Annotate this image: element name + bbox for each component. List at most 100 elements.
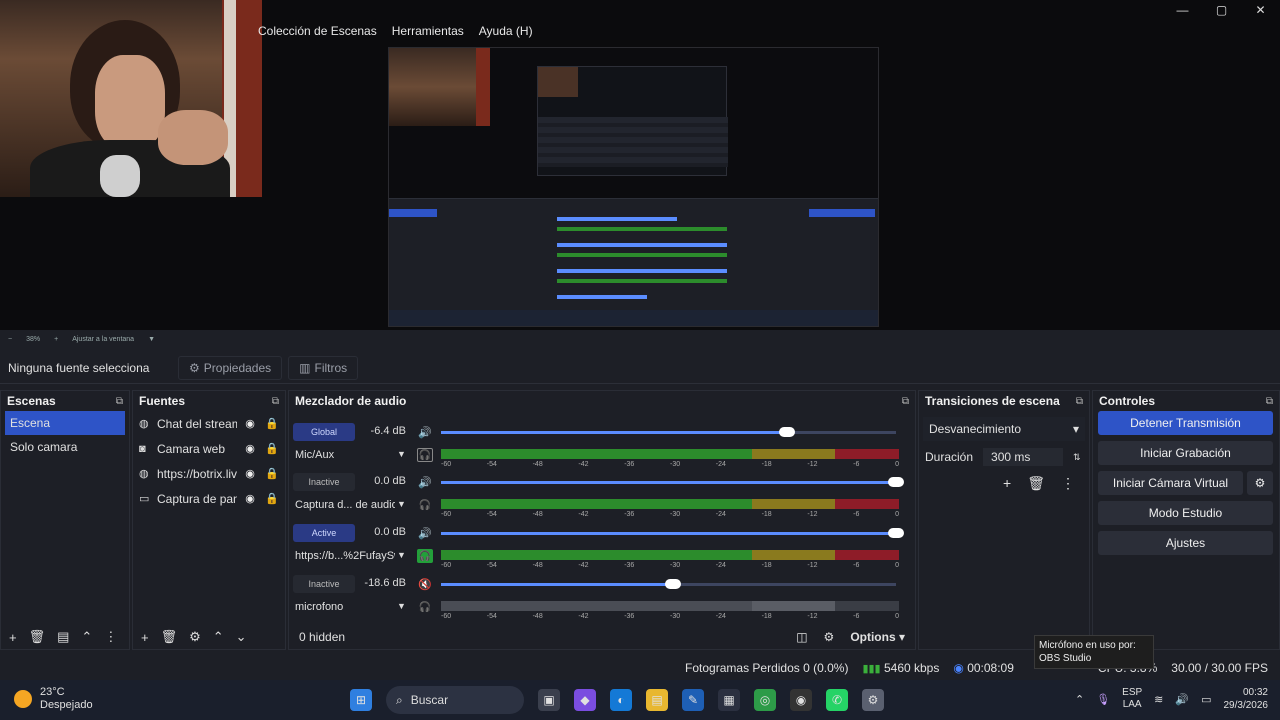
- gear-icon[interactable]: ⚙: [189, 629, 201, 645]
- more-icon[interactable]: ⋮: [104, 629, 117, 645]
- lock-icon[interactable]: 🔒: [263, 492, 281, 505]
- search-box[interactable]: ⌕ Buscar: [386, 686, 524, 714]
- chevron-down-icon[interactable]: ▼: [397, 601, 406, 611]
- volume-icon[interactable]: 🔊: [418, 527, 432, 540]
- stop-stream-button[interactable]: Detener Transmisión: [1098, 411, 1273, 435]
- copilot-icon[interactable]: ◆: [574, 689, 596, 711]
- gear-icon[interactable]: ⚙: [1247, 471, 1273, 495]
- editor-icon[interactable]: ✎: [682, 689, 704, 711]
- menu-help[interactable]: Ayuda (H): [479, 24, 533, 38]
- undock-icon[interactable]: ⧉: [902, 396, 909, 407]
- chevron-down-icon[interactable]: ▼: [397, 449, 406, 459]
- source-row[interactable]: ◙ Camara web ◉ 🔒: [133, 436, 285, 461]
- volume-slider-handle[interactable]: [778, 427, 795, 437]
- studio-mode-button[interactable]: Modo Estudio: [1098, 501, 1273, 525]
- headphones-icon[interactable]: 🎧: [417, 498, 433, 512]
- close-button[interactable]: ✕: [1241, 0, 1280, 20]
- clock-date: 29/3/2026: [1223, 700, 1269, 711]
- add-source-icon[interactable]: +: [141, 630, 149, 645]
- maximize-button[interactable]: ▢: [1202, 0, 1241, 20]
- whatsapp-icon[interactable]: ✆: [826, 689, 848, 711]
- windows-start-icon[interactable]: ⊞: [350, 689, 372, 711]
- settings-button[interactable]: Ajustes: [1098, 531, 1273, 555]
- task-view-icon[interactable]: ▣: [538, 689, 560, 711]
- canvas-preview[interactable]: [388, 47, 879, 327]
- volume-slider[interactable]: [441, 427, 896, 437]
- volume-slider-handle[interactable]: [888, 477, 904, 487]
- undock-icon[interactable]: ⧉: [1076, 396, 1083, 407]
- chrome-icon[interactable]: ◎: [754, 689, 776, 711]
- move-down-icon[interactable]: ⌄: [236, 629, 247, 645]
- volume-icon[interactable]: 🔊: [418, 476, 432, 489]
- undock-icon[interactable]: ⧉: [1266, 396, 1273, 407]
- volume-slider[interactable]: [441, 528, 904, 538]
- duration-input[interactable]: 300 ms: [983, 448, 1064, 466]
- move-up-icon[interactable]: ⌃: [213, 629, 224, 645]
- source-row[interactable]: ▭ Captura de pantalla ◉ 🔒: [133, 486, 285, 511]
- undock-icon[interactable]: ⧉: [272, 396, 279, 407]
- more-icon[interactable]: ⋮: [1061, 475, 1075, 492]
- options-button[interactable]: Options ▾: [850, 630, 905, 644]
- source-row[interactable]: ◍ Chat del stream ◉ 🔒: [133, 411, 285, 436]
- mute-icon[interactable]: 🔇: [418, 578, 432, 591]
- obs-icon[interactable]: ◉: [790, 689, 812, 711]
- headphones-icon[interactable]: 🎧: [417, 600, 433, 614]
- settings-app-icon[interactable]: ⚙: [862, 689, 884, 711]
- zoom-fit-select[interactable]: Ajustar a la ventana: [72, 336, 134, 343]
- file-explorer-icon[interactable]: ▤: [646, 689, 668, 711]
- eye-icon[interactable]: ◉: [241, 442, 259, 455]
- transition-select[interactable]: Desvanecimiento ▾: [923, 417, 1085, 441]
- scene-item[interactable]: Escena: [5, 411, 125, 435]
- filters-button[interactable]: ▥ Filtros: [288, 355, 359, 380]
- zoom-out-button[interactable]: −: [8, 336, 12, 343]
- chevron-down-icon[interactable]: ▼: [148, 336, 155, 343]
- stepper-icon[interactable]: ⇅: [1073, 452, 1081, 463]
- chevron-down-icon[interactable]: ▼: [397, 499, 406, 509]
- scene-item[interactable]: Solo camara: [5, 435, 125, 459]
- battery-icon[interactable]: ▭: [1201, 693, 1211, 706]
- menu-tools[interactable]: Herramientas: [392, 24, 464, 38]
- move-up-icon[interactable]: ⌃: [81, 629, 92, 645]
- undock-icon[interactable]: ⧉: [116, 396, 123, 407]
- volume-slider-handle[interactable]: [665, 579, 682, 589]
- advanced-audio-icon[interactable]: ⚙: [824, 630, 835, 644]
- add-transition-icon[interactable]: +: [1003, 475, 1011, 492]
- chevron-down-icon[interactable]: ▼: [397, 550, 406, 560]
- headphones-icon[interactable]: 🎧: [417, 549, 433, 563]
- weather-widget[interactable]: 23°C Despejado: [14, 686, 93, 712]
- edge-icon[interactable]: ◐: [610, 689, 632, 711]
- volume-icon[interactable]: 🔊: [418, 426, 432, 439]
- eye-icon[interactable]: ◉: [241, 467, 259, 480]
- volume-slider-handle[interactable]: [888, 528, 904, 538]
- trash-icon[interactable]: 🗑: [161, 629, 178, 645]
- volume-icon[interactable]: 🔊: [1175, 693, 1189, 706]
- add-scene-icon[interactable]: +: [9, 630, 17, 645]
- properties-button[interactable]: ⚙ Propiedades: [178, 355, 283, 380]
- windows-taskbar: 23°C Despejado ⊞ ⌕ Buscar ▣ ◆ ◐ ▤ ✎ ▦ ◎ …: [0, 680, 1280, 720]
- chevron-up-icon[interactable]: ⌃: [1075, 693, 1084, 706]
- lock-icon[interactable]: 🔒: [263, 467, 281, 480]
- virtual-camera-button[interactable]: Iniciar Cámara Virtual: [1098, 471, 1243, 495]
- store-icon[interactable]: ▦: [718, 689, 740, 711]
- headphones-icon[interactable]: 🎧: [417, 448, 433, 462]
- eye-icon[interactable]: ◉: [241, 492, 259, 505]
- eye-icon[interactable]: ◉: [241, 417, 259, 430]
- source-row[interactable]: ◍ https://botrix.live ◉ 🔒: [133, 461, 285, 486]
- meter-tick-label: -24: [715, 613, 726, 620]
- volume-slider[interactable]: [441, 579, 896, 589]
- microphone-icon[interactable]: 🎙: [1096, 693, 1110, 706]
- clock[interactable]: 00:32 29/3/2026: [1224, 686, 1269, 712]
- scene-filter-icon[interactable]: ▤: [57, 629, 69, 645]
- minimize-button[interactable]: —: [1163, 0, 1202, 20]
- language-indicator[interactable]: ESP LAA: [1122, 687, 1142, 711]
- menu-scene-collection[interactable]: Colección de Escenas: [258, 24, 377, 38]
- layout-icon[interactable]: ◫: [796, 630, 807, 644]
- lock-icon[interactable]: 🔒: [263, 417, 281, 430]
- lock-icon[interactable]: 🔒: [263, 442, 281, 455]
- trash-icon[interactable]: 🗑: [1027, 475, 1045, 492]
- start-recording-button[interactable]: Iniciar Grabación: [1098, 441, 1273, 465]
- volume-slider[interactable]: [441, 477, 904, 487]
- wifi-icon[interactable]: ≋: [1154, 693, 1163, 706]
- trash-icon[interactable]: 🗑: [29, 629, 46, 645]
- zoom-in-button[interactable]: +: [54, 336, 58, 343]
